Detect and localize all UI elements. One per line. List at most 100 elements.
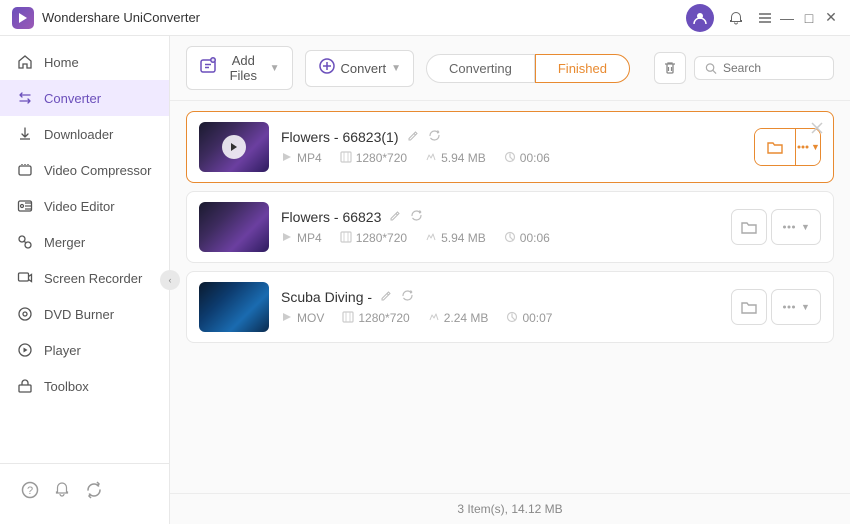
sidebar-bottom: ? — [0, 463, 169, 516]
edit-name-icon-1[interactable] — [407, 129, 420, 145]
sidebar-item-video-editor[interactable]: Video Editor — [0, 188, 169, 224]
meta-resolution-2: 1280*720 — [340, 231, 407, 246]
add-files-icon — [199, 57, 217, 80]
file-name-1: Flowers - 66823(1) — [281, 129, 399, 145]
duration-value-1: 00:06 — [520, 151, 550, 165]
app-logo — [12, 7, 34, 29]
convert-label: Convert — [341, 61, 387, 76]
format-icon-3 — [281, 311, 293, 326]
add-files-button[interactable]: Add Files ▼ — [186, 46, 293, 90]
bell-icon[interactable] — [48, 476, 76, 504]
dvd-burner-icon — [16, 305, 34, 323]
sidebar-wrapper: Home Converter Downloader Video Compressor V… — [0, 36, 170, 524]
edit-name-icon-2[interactable] — [389, 209, 402, 225]
file-name-row-3: Scuba Diving - — [281, 289, 719, 305]
more-actions-btn-3[interactable]: ▼ — [771, 289, 821, 325]
size-icon-3 — [428, 311, 440, 326]
menu-btn[interactable] — [758, 11, 772, 25]
sidebar-item-toolbox[interactable]: Toolbox — [0, 368, 169, 404]
sidebar-item-video-compressor[interactable]: Video Compressor — [0, 152, 169, 188]
sidebar-item-converter[interactable]: Converter — [0, 80, 169, 116]
downloader-icon — [16, 125, 34, 143]
refresh-name-icon-3[interactable] — [401, 289, 414, 305]
file-meta-1: MP4 1280*720 5.94 MB 00:06 — [281, 151, 742, 166]
add-convert-button[interactable]: Convert ▼ — [305, 50, 414, 87]
sidebar-item-screen-recorder[interactable]: Screen Recorder — [0, 260, 169, 296]
file-name-row-2: Flowers - 66823 — [281, 209, 719, 225]
sidebar-item-merger[interactable]: Merger — [0, 224, 169, 260]
maximize-btn[interactable]: □ — [802, 11, 816, 25]
convert-dropdown-icon: ▼ — [391, 63, 401, 74]
meta-duration-2: 00:06 — [504, 231, 550, 246]
open-folder-btn-2[interactable] — [731, 209, 767, 245]
refresh-name-icon-2[interactable] — [410, 209, 423, 225]
search-icon — [705, 62, 717, 75]
play-button-1[interactable] — [222, 135, 246, 159]
sidebar-label-video-compressor: Video Compressor — [44, 163, 151, 178]
format-icon-2 — [281, 231, 293, 246]
search-input[interactable] — [723, 61, 823, 75]
close-btn[interactable]: ✕ — [824, 11, 838, 25]
edit-name-icon-3[interactable] — [380, 289, 393, 305]
resolution-value-1: 1280*720 — [356, 151, 407, 165]
sidebar-item-home[interactable]: Home — [0, 44, 169, 80]
add-files-label: Add Files — [222, 53, 265, 83]
file-meta-3: MOV1280*7202.24 MB00:07 — [281, 311, 719, 326]
duration-icon-1 — [504, 151, 516, 166]
merger-icon — [16, 233, 34, 251]
sidebar-item-dvd-burner[interactable]: DVD Burner — [0, 296, 169, 332]
size-value-1: 5.94 MB — [441, 151, 486, 165]
search-bar[interactable] — [694, 56, 834, 80]
sidebar-item-downloader[interactable]: Downloader — [0, 116, 169, 152]
file-name-row-1: Flowers - 66823(1) — [281, 129, 742, 145]
home-icon — [16, 53, 34, 71]
sidebar: Home Converter Downloader Video Compressor V… — [0, 36, 170, 524]
meta-format-3: MOV — [281, 311, 324, 326]
plain-actions-2: ▼ — [731, 209, 821, 245]
refresh-icon[interactable] — [80, 476, 108, 504]
minimize-btn[interactable]: — — [780, 11, 794, 25]
format-value-1: MP4 — [297, 151, 322, 165]
resolution-value-2: 1280*720 — [356, 231, 407, 245]
meta-resolution-3: 1280*720 — [342, 311, 409, 326]
resolution-icon-1 — [340, 151, 352, 166]
open-folder-btn-1[interactable] — [755, 129, 795, 165]
format-value-3: MOV — [297, 311, 324, 325]
file-item-3: Scuba Diving -MOV1280*7202.24 MB00:07▼ — [186, 271, 834, 343]
sidebar-label-converter: Converter — [44, 91, 101, 106]
sidebar-collapse-toggle[interactable]: ‹ — [160, 270, 180, 290]
main-layout: Home Converter Downloader Video Compressor V… — [0, 36, 850, 524]
dropdown-arrow: ▼ — [811, 142, 820, 152]
notification-icon-btn[interactable] — [722, 4, 750, 32]
sidebar-label-merger: Merger — [44, 235, 85, 250]
resolution-value-3: 1280*720 — [358, 311, 409, 325]
tab-converting[interactable]: Converting — [426, 54, 535, 83]
meta-duration-3: 00:07 — [506, 311, 552, 326]
refresh-name-icon-1[interactable] — [428, 129, 441, 145]
file-summary: 3 Item(s), 14.12 MB — [457, 502, 562, 516]
video-editor-icon — [16, 197, 34, 215]
sidebar-label-downloader: Downloader — [44, 127, 113, 142]
user-icon-btn[interactable] — [686, 4, 714, 32]
converter-icon — [16, 89, 34, 107]
help-icon[interactable]: ? — [16, 476, 44, 504]
trash-button[interactable] — [654, 52, 686, 84]
toolbox-icon — [16, 377, 34, 395]
size-icon-1 — [425, 151, 437, 166]
duration-icon-2 — [504, 231, 516, 246]
more-actions-btn-2[interactable]: ▼ — [771, 209, 821, 245]
file-actions-3: ▼ — [731, 289, 821, 325]
close-item-btn-1[interactable] — [809, 120, 825, 136]
open-folder-btn-3[interactable] — [731, 289, 767, 325]
meta-size-1: 5.94 MB — [425, 151, 486, 166]
resolution-icon-3 — [342, 311, 354, 326]
file-thumbnail-3 — [199, 282, 269, 332]
sidebar-item-player[interactable]: Player — [0, 332, 169, 368]
file-thumbnail-2 — [199, 202, 269, 252]
file-info-3: Scuba Diving -MOV1280*7202.24 MB00:07 — [281, 289, 719, 326]
add-files-dropdown-icon: ▼ — [270, 63, 280, 74]
file-actions-2: ▼ — [731, 209, 821, 245]
sidebar-label-dvd-burner: DVD Burner — [44, 307, 114, 322]
tab-finished[interactable]: Finished — [535, 54, 630, 83]
meta-format-1: MP4 — [281, 151, 322, 166]
